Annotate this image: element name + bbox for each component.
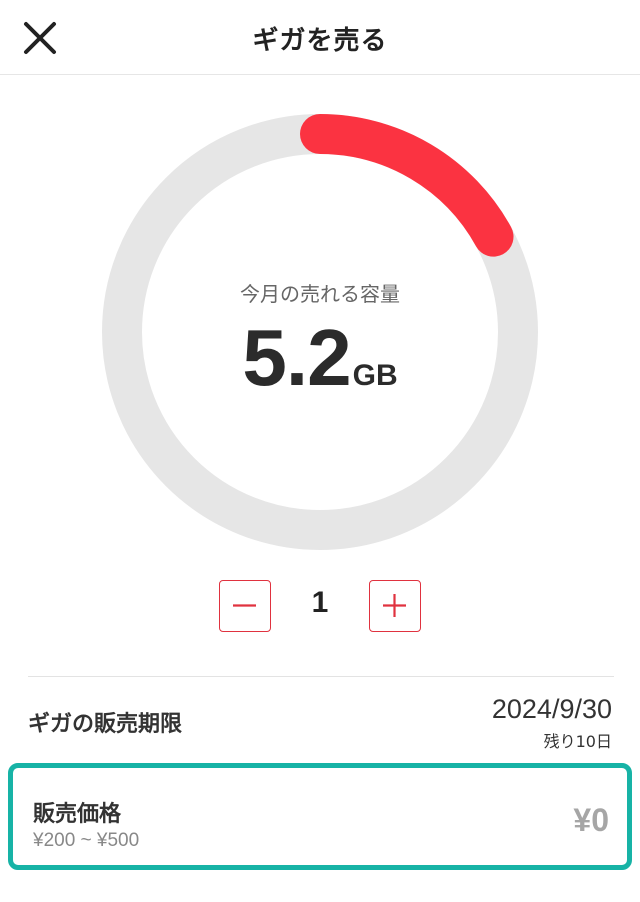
divider [28,676,614,677]
gauge-value: 5.2 [242,313,351,402]
sale-price-field[interactable]: 販売価格 ¥200 ~ ¥500 ¥0 [8,763,632,870]
sale-deadline-label: ギガの販売期限 [28,712,183,737]
increment-button[interactable] [369,580,421,632]
gauge-label: 今月の売れる容量 [240,282,400,306]
price-range: ¥200 ~ ¥500 [33,830,140,851]
gauge-unit: GB [352,359,398,392]
sale-price-label: 販売価格 [33,802,122,827]
header-bar: ギガを売る [0,0,640,75]
days-remaining: 残り10日 [543,732,612,751]
sale-deadline-date: 2024/9/30 [491,694,612,724]
decrement-button[interactable] [219,580,271,632]
minus-icon [220,581,270,630]
quantity-value: 1 [311,586,329,619]
price-value: ¥0 [573,802,609,838]
gauge-value-group: 5.2GB [100,312,540,404]
page-title: ギガを売る [252,26,388,56]
gauge-fill-arc [300,114,514,257]
plus-icon [370,581,420,630]
